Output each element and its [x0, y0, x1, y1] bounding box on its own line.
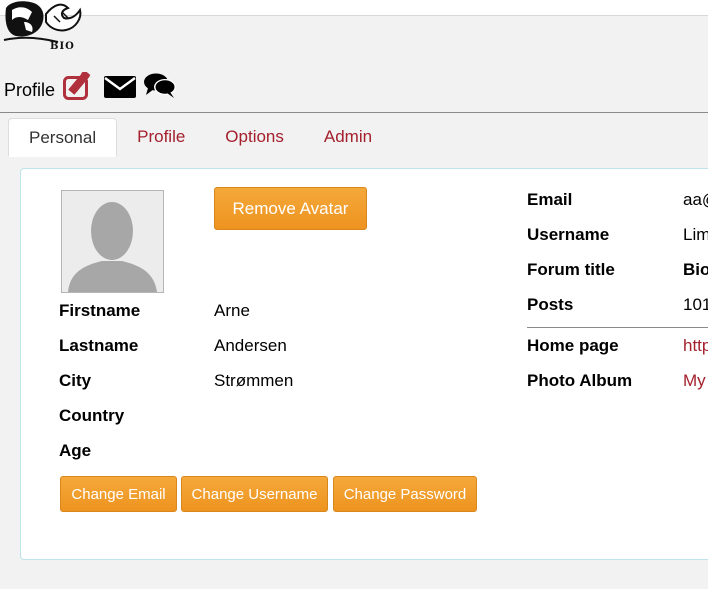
- lastname-label: Lastname: [59, 336, 139, 355]
- account-divider: [527, 327, 708, 328]
- firstname-label: Firstname: [59, 301, 141, 320]
- change-email-button[interactable]: Change Email: [60, 476, 177, 512]
- page-title: Profile: [4, 80, 56, 100]
- homepage-label: Home page: [527, 336, 619, 355]
- country-label: Country: [59, 406, 125, 425]
- user-silhouette-icon: [62, 191, 163, 292]
- email-label: Email: [527, 190, 573, 209]
- tab-personal[interactable]: Personal: [8, 118, 118, 157]
- posts-label: Posts: [527, 295, 574, 314]
- change-password-button[interactable]: Change Password: [333, 476, 477, 512]
- tab-options[interactable]: Options: [205, 118, 304, 155]
- forum-title-label: Forum title: [527, 260, 615, 279]
- envelope-icon[interactable]: [103, 74, 137, 100]
- profile-header: Profile: [4, 66, 177, 100]
- edit-icon[interactable]: [63, 69, 97, 100]
- username-value: Lim: [683, 225, 708, 244]
- header-divider: [0, 112, 708, 113]
- city-label: City: [59, 371, 92, 390]
- avatar: [61, 190, 164, 293]
- tab-bar: Personal Profile Options Admin: [8, 118, 392, 157]
- forum-title-value: Bio: [683, 260, 708, 279]
- site-logo[interactable]: BIO: [2, 0, 92, 56]
- chat-icon[interactable]: [143, 72, 177, 100]
- logo-text: BIO: [50, 41, 75, 52]
- city-value: Strømmen: [214, 371, 294, 390]
- posts-value: 101: [683, 295, 708, 314]
- remove-avatar-button[interactable]: Remove Avatar: [214, 187, 367, 230]
- age-label: Age: [59, 441, 92, 460]
- lastname-value: Andersen: [214, 336, 287, 355]
- username-label: Username: [527, 225, 610, 244]
- tab-admin[interactable]: Admin: [304, 118, 392, 155]
- change-username-button[interactable]: Change Username: [181, 476, 328, 512]
- bio-logo-icon: [3, 1, 82, 43]
- photo-album-label: Photo Album: [527, 371, 633, 390]
- firstname-value: Arne: [214, 301, 250, 320]
- photo-album-link[interactable]: My: [683, 371, 706, 391]
- email-value: aa@: [683, 190, 708, 209]
- homepage-link[interactable]: http: [683, 336, 708, 356]
- tab-profile[interactable]: Profile: [117, 118, 205, 155]
- top-bar: [0, 0, 708, 16]
